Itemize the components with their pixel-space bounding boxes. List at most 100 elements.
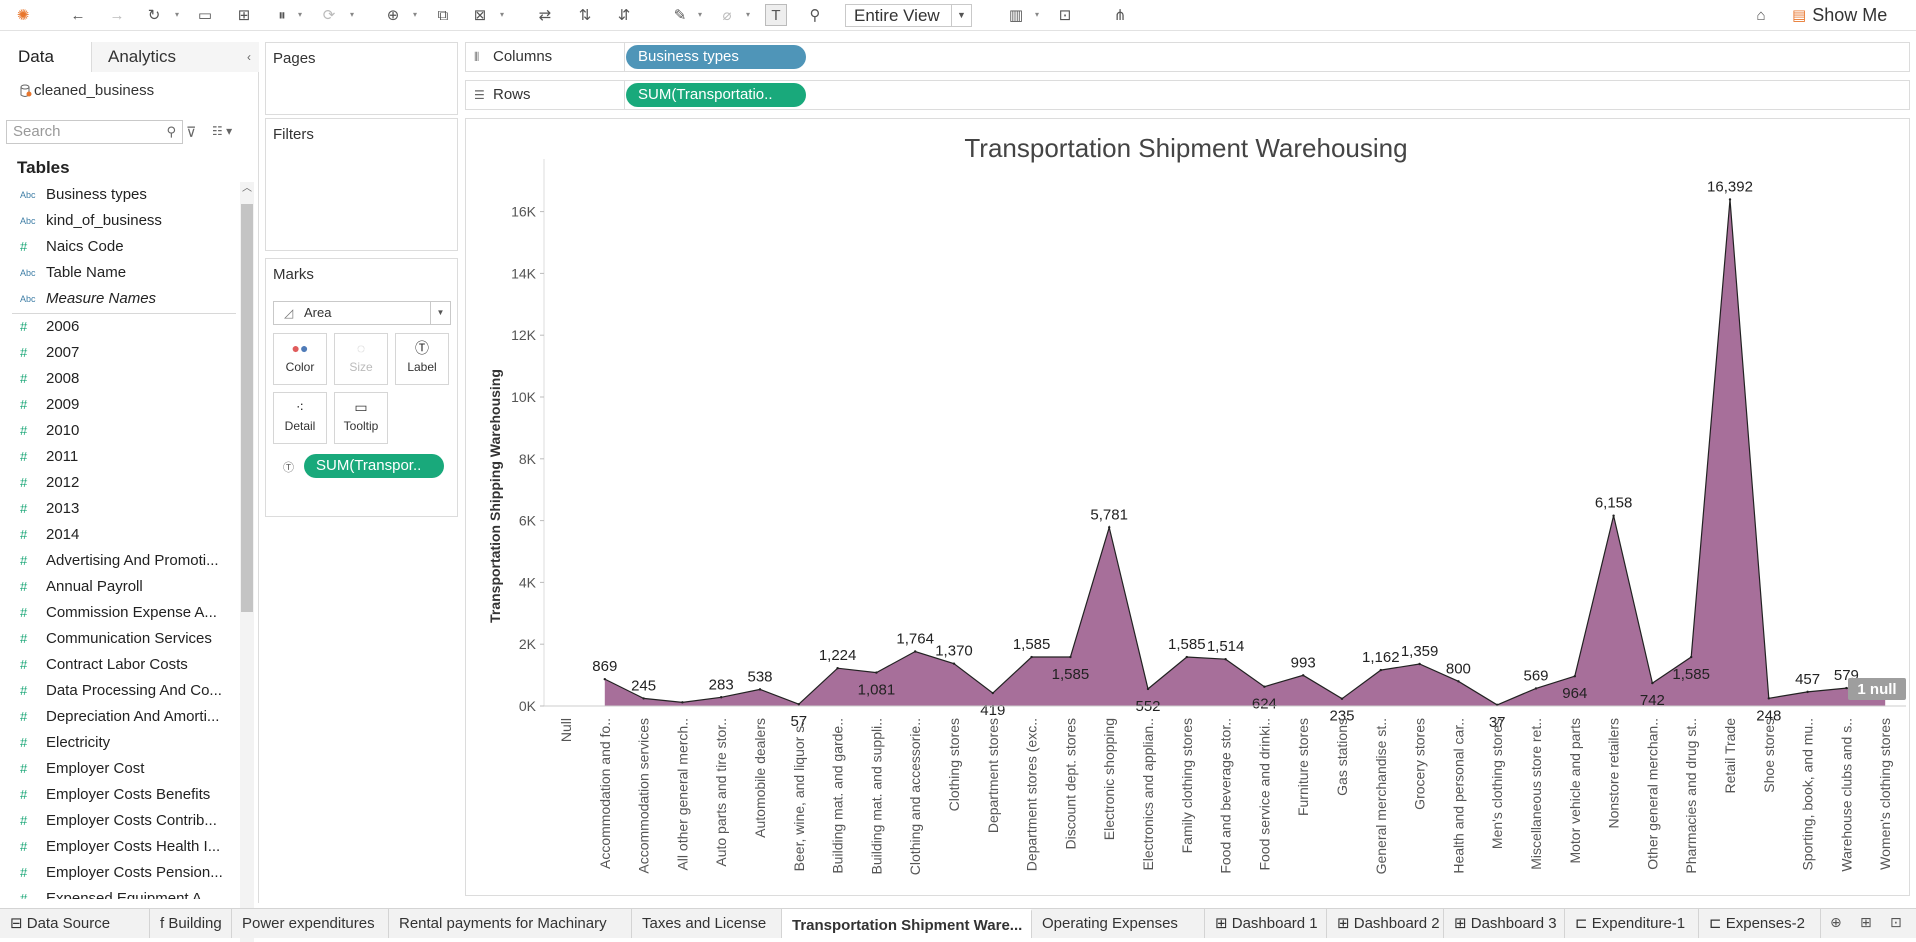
new-story-tab-icon[interactable]: ⊡ [1890,914,1902,931]
datasource-item[interactable]: cleaned_business [20,82,154,99]
replay-dropdown-icon[interactable]: ▾ [175,10,179,19]
sheet-tab[interactable]: Taxes and License [632,909,782,938]
highlight-icon[interactable]: ✎ [669,4,691,26]
columns-shelf[interactable]: ⦀ Columns Business types [465,42,1910,72]
tab-data[interactable]: Data [0,42,92,72]
chart-view[interactable]: Transportation Shipment Warehousing Trans… [465,118,1910,896]
field-item[interactable]: Abc Measure Names [0,286,240,312]
fit-view-select[interactable]: Entire View ▼ [845,4,972,27]
view-options-icon[interactable]: ☷ ▾ [212,124,232,138]
field-item[interactable]: # Data Processing And Co... [0,678,240,704]
rows-pill[interactable]: SUM(Transportatio.. [626,83,806,107]
pause-update-icon[interactable]: ⏸ [271,4,293,26]
chevron-down-icon[interactable]: ▼ [430,302,450,324]
clear-icon[interactable]: ⊠ [469,4,491,26]
group-dropdown-icon[interactable]: ▾ [746,10,750,19]
field-item[interactable]: # Depreciation And Amorti... [0,704,240,730]
sheet-tab[interactable]: ⊏ Expenses-2 [1699,909,1821,938]
scroll-up-icon[interactable]: ︿ [240,182,254,196]
sheet-tab[interactable]: Power expenditures [232,909,389,938]
sheet-tab[interactable]: ⊞ Dashboard 2 [1327,909,1444,938]
tooltip-button[interactable]: ▭ Tooltip [334,392,388,444]
presentation-icon[interactable]: ⊡ [1054,4,1076,26]
sheet-tab[interactable]: ⊏ Expenditure-1 [1565,909,1699,938]
tableau-logo-icon[interactable]: ✺ [12,4,34,26]
new-datasource-icon[interactable]: ⊞ [233,4,255,26]
mark-type-select[interactable]: ◿ Area ▼ [273,301,451,325]
sheet-tab[interactable]: Transportation Shipment Ware... [782,909,1032,938]
field-item[interactable]: # Advertising And Promoti... [0,548,240,574]
field-item[interactable]: #2009 [0,392,240,418]
search-field[interactable]: Search ⚲ [6,120,183,144]
columns-pill[interactable]: Business types [626,45,806,69]
field-item[interactable]: # Communication Services [0,626,240,652]
field-item[interactable]: #2006 [0,314,240,340]
field-item[interactable]: Abc Table Name [0,260,240,286]
new-worksheet-dropdown-icon[interactable]: ▾ [413,10,417,19]
undo-icon[interactable]: ← [67,4,89,26]
field-item[interactable]: #2010 [0,418,240,444]
detail-button[interactable]: ⁖ Detail [273,392,327,444]
replay-icon[interactable]: ↻ [143,4,165,26]
sheet-tab[interactable]: Operating Expenses [1032,909,1205,938]
sheet-tab[interactable]: Rental payments for Machinary [389,909,632,938]
field-item[interactable]: # Naics Code [0,234,240,260]
sort-ascending-icon[interactable]: ⇅ [574,4,596,26]
field-item[interactable]: #2008 [0,366,240,392]
duplicate-icon[interactable]: ⧉ [432,4,454,26]
field-item[interactable]: # Employer Costs Health I... [0,834,240,860]
mark-label-pill[interactable]: SUM(Transpor.. [304,454,444,478]
fix-axes-icon[interactable]: ⚲ [804,4,826,26]
field-item[interactable]: # Employer Costs Contrib... [0,808,240,834]
field-item[interactable]: # Employer Cost [0,756,240,782]
share-icon[interactable]: ⋔ [1109,4,1131,26]
size-button[interactable]: ◌ Size [334,333,388,385]
label-icon[interactable]: T [765,4,787,26]
field-item[interactable]: Abc kind_of_business [0,208,240,234]
collapse-pane-icon[interactable]: ‹ [247,42,251,72]
field-item[interactable]: # Employer Costs Benefits [0,782,240,808]
color-button[interactable]: ●● Color [273,333,327,385]
field-list-scrollbar[interactable]: ︿ ﹀ [240,182,254,942]
rows-shelf[interactable]: ☰ Rows SUM(Transportatio.. [465,80,1910,110]
field-item[interactable]: # Expensed Equipment A... [0,886,240,899]
new-dashboard-tab-icon[interactable]: ⊞ [1860,914,1872,931]
refresh-dropdown-icon[interactable]: ▾ [350,10,354,19]
tab-analytics[interactable]: Analytics ‹ [92,42,259,72]
field-item[interactable]: # Electricity [0,730,240,756]
save-icon[interactable]: ▭ [194,4,216,26]
field-item[interactable]: # Employer Costs Pension... [0,860,240,886]
field-item[interactable]: #2007 [0,340,240,366]
field-item[interactable]: #2011 [0,444,240,470]
field-item[interactable]: # Contract Labor Costs [0,652,240,678]
sheet-tab[interactable]: ⊟ Data Source [0,909,150,938]
pause-dropdown-icon[interactable]: ▾ [298,10,302,19]
field-item[interactable]: # Annual Payroll [0,574,240,600]
swap-icon[interactable]: ⇄ [534,4,556,26]
field-item[interactable]: # Commission Expense A... [0,600,240,626]
filters-card[interactable]: Filters [265,118,458,251]
show-cards-icon[interactable]: ▥ [1005,4,1027,26]
redo-icon[interactable]: → [106,4,128,26]
group-icon[interactable]: ⌀ [716,4,738,26]
show-cards-dropdown-icon[interactable]: ▾ [1035,10,1039,19]
sheet-tab[interactable]: ⊞ Dashboard 1 [1205,909,1327,938]
filter-icon[interactable]: ⊽ [186,124,196,141]
show-me-button[interactable]: ▤ Show Me [1792,4,1887,26]
field-item[interactable]: Abc Business types [0,182,240,208]
sheet-tab[interactable]: f Building [150,909,232,938]
scroll-thumb[interactable] [241,204,253,612]
field-item[interactable]: #2013 [0,496,240,522]
paint-roller-icon[interactable]: ⌂ [1750,4,1772,26]
new-worksheet-tab-icon[interactable]: ⊕ [1830,914,1842,931]
sort-descending-icon[interactable]: ⇵ [613,4,635,26]
field-item[interactable]: #2014 [0,522,240,548]
highlight-dropdown-icon[interactable]: ▾ [698,10,702,19]
refresh-icon[interactable]: ⟳ [318,4,340,26]
chevron-down-icon[interactable]: ▼ [951,5,971,26]
clear-dropdown-icon[interactable]: ▾ [500,10,504,19]
field-item[interactable]: #2012 [0,470,240,496]
sheet-tab[interactable]: ⊞ Dashboard 3 [1444,909,1565,938]
new-worksheet-icon[interactable]: ⊕ [382,4,404,26]
label-button[interactable]: Ⓣ Label [395,333,449,385]
